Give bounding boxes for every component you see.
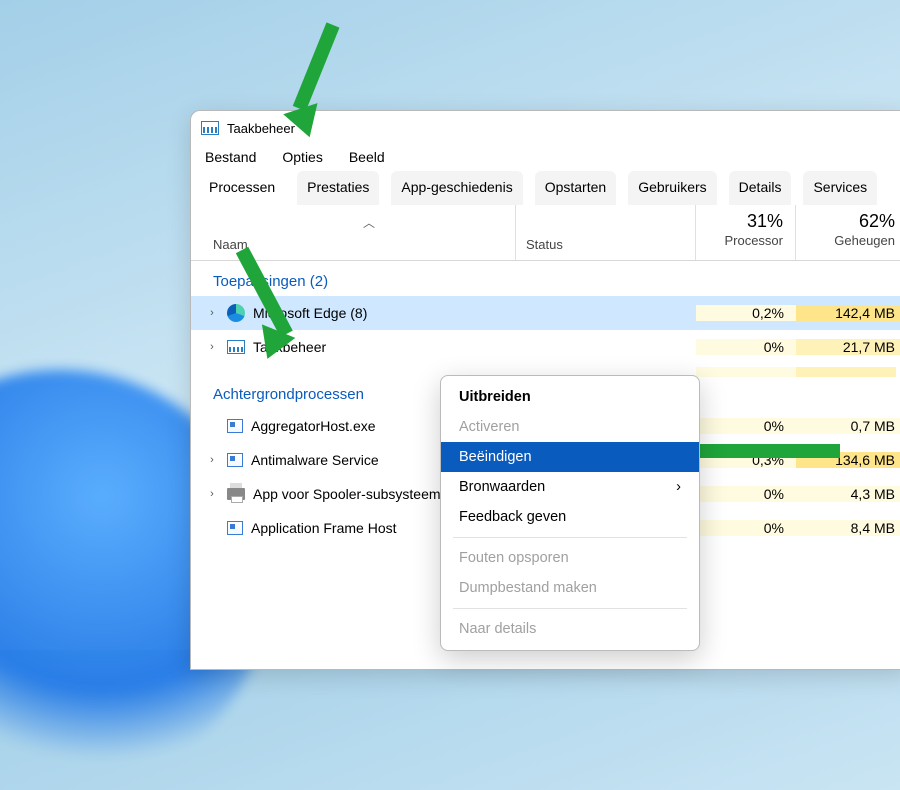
tabstrip: Processen Prestaties App-geschiedenis Op… [191,171,900,205]
cell-mem: 0,7 MB [796,418,900,434]
tab-services[interactable]: Services [803,171,877,205]
menu-separator [453,608,687,609]
process-name: Antimalware Service [251,452,379,468]
tab-prestaties[interactable]: Prestaties [297,171,379,205]
tab-details[interactable]: Details [729,171,792,205]
cell-mem: 8,4 MB [796,520,900,536]
chevron-right-icon[interactable]: › [205,307,219,319]
menu-file[interactable]: Bestand [205,149,256,165]
tab-app-geschiedenis[interactable]: App-geschiedenis [391,171,522,205]
process-name: Application Frame Host [251,520,397,536]
mi-values[interactable]: Bronwaarden › [441,472,699,502]
row-microsoft-edge[interactable]: › Microsoft Edge (8) 0,2% 142,4 MB [191,296,900,330]
cell-mem: 4,3 MB [796,486,900,502]
context-menu: Uitbreiden Activeren Beëindigen Bronwaar… [440,375,700,651]
chevron-right-icon[interactable]: › [205,454,219,466]
exe-icon [227,419,243,433]
mi-activate: Activeren [441,412,699,442]
group-apps-heading: Toepassingen (2) [191,261,900,296]
cell-mem: 21,7 MB [796,339,900,355]
cell-cpu: 0% [696,520,796,536]
mi-feedback[interactable]: Feedback geven [441,502,699,532]
chevron-right-icon[interactable]: › [205,341,219,353]
mi-debug: Fouten opsporen [441,543,699,573]
mi-end-task[interactable]: Beëindigen [441,442,699,472]
sort-chevron-icon[interactable]: ︿ [363,214,515,231]
mi-expand[interactable]: Uitbreiden [441,382,699,412]
window-title: Taakbeheer [227,121,295,136]
column-headers: ︿ Naam Status 31% Processor 62% Geheugen [191,205,900,261]
exe-icon [227,453,243,467]
printer-icon [227,488,245,500]
row-taakbeheer[interactable]: › Taakbeheer 0% 21,7 MB [191,330,900,364]
tab-opstarten[interactable]: Opstarten [535,171,616,205]
menu-view[interactable]: Beeld [349,149,385,165]
tab-gebruikers[interactable]: Gebruikers [628,171,716,205]
mi-dump: Dumpbestand maken [441,573,699,603]
edge-icon [227,304,245,322]
task-manager-icon [227,340,245,354]
cell-cpu: 0% [696,418,796,434]
cell-cpu: 0% [696,339,796,355]
menubar: Bestand Opties Beeld [191,145,900,171]
process-name: App voor Spooler-subsysteem [253,486,441,502]
cell-cpu: 0,2% [696,305,796,321]
mi-details: Naar details [441,614,699,644]
col-header-mem[interactable]: 62% Geheugen [796,205,900,260]
col-header-status[interactable]: Status [516,205,696,260]
col-header-cpu[interactable]: 31% Processor [696,205,796,260]
process-name: AggregatorHost.exe [251,418,376,434]
exe-icon [227,521,243,535]
menu-separator [453,537,687,538]
chevron-right-icon[interactable]: › [205,488,219,500]
task-manager-icon [201,121,219,135]
menu-options[interactable]: Opties [282,149,322,165]
cell-mem: 142,4 MB [796,305,900,321]
chevron-right-icon: › [676,479,681,495]
tab-processen[interactable]: Processen [199,171,285,205]
cell-cpu: 0% [696,486,796,502]
